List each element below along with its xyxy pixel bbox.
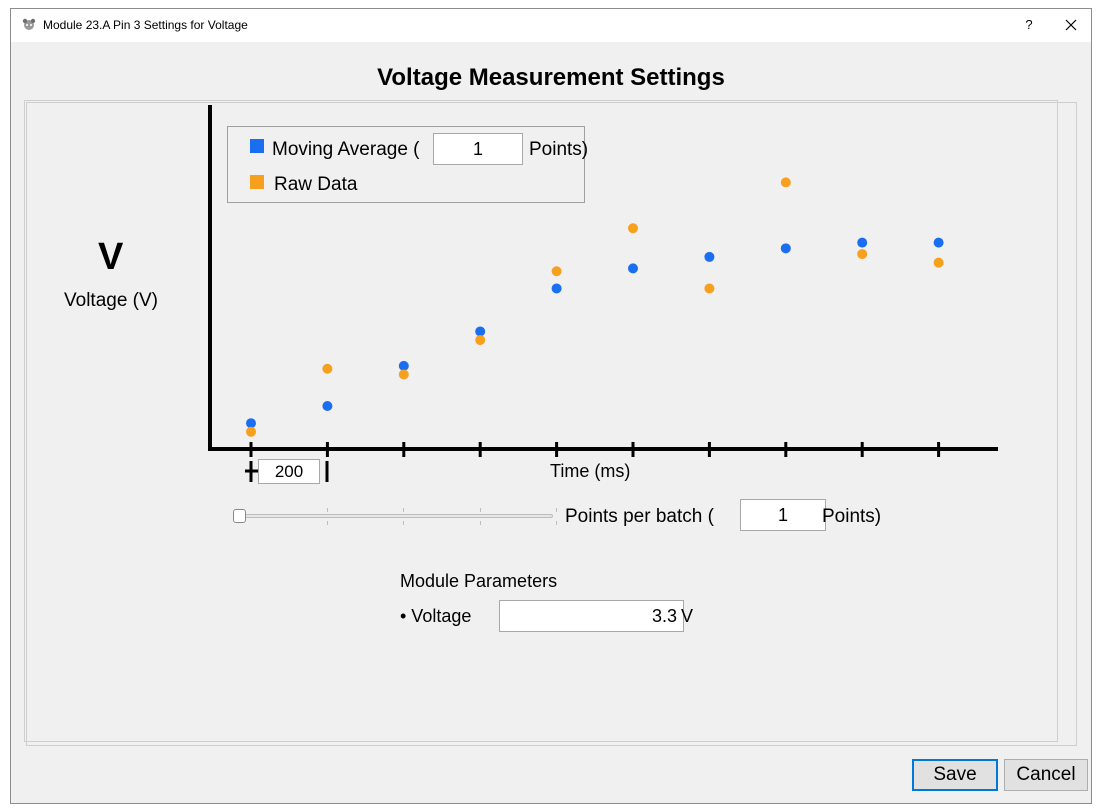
moving-average-point (246, 418, 256, 429)
moving-average-points-input[interactable] (433, 133, 523, 165)
moving-average-label: Moving Average ( (272, 139, 420, 160)
slider-tick (327, 508, 328, 512)
raw-data-point (933, 257, 944, 268)
moving-average-point (551, 283, 562, 294)
moving-average-point (628, 263, 638, 274)
moving-average-point (398, 360, 409, 371)
raw-data-label: Raw Data (274, 174, 358, 195)
moving-average-point (475, 326, 486, 337)
batch-slider-handle[interactable] (233, 509, 246, 523)
raw-data-point (322, 363, 333, 374)
moving-average-suffix: Points) (529, 139, 589, 160)
voltage-chart (208, 105, 998, 482)
voltage-param-input[interactable] (499, 600, 684, 632)
raw-data-point (780, 177, 791, 188)
slider-tick (556, 508, 557, 512)
slider-tick (480, 521, 481, 525)
raw-data-swatch-marker (250, 175, 264, 189)
points-per-batch-input[interactable] (740, 499, 826, 531)
slider-tick (327, 521, 328, 525)
moving-average-point (704, 251, 715, 262)
raw-data-point (628, 223, 638, 234)
raw-data-point (398, 369, 409, 380)
moving-average-point (322, 401, 333, 411)
raw-data-point (704, 283, 715, 294)
time-scale-input[interactable] (258, 459, 320, 484)
raw-data-point (246, 426, 256, 437)
cancel-button[interactable]: Cancel (1004, 759, 1088, 791)
module-parameters-heading: Module Parameters (400, 571, 558, 591)
moving-average-point (780, 243, 791, 254)
voltage-param-label: • Voltage (400, 606, 472, 626)
moving-average-swatch-marker (250, 139, 264, 153)
moving-average-point (933, 237, 944, 248)
raw-data-point (475, 335, 486, 346)
moving-average-point (857, 237, 868, 248)
slider-tick (403, 508, 404, 512)
points-per-batch-suffix: Points) (822, 506, 882, 527)
raw-data-point (551, 266, 562, 277)
raw-data-point (857, 249, 868, 260)
x-axis-label: Time (ms) (550, 461, 631, 481)
slider-tick (480, 508, 481, 512)
save-button[interactable]: Save (912, 759, 998, 791)
voltage-unit-label: V (681, 606, 694, 626)
slider-tick (556, 521, 557, 525)
batch-slider-track[interactable] (240, 514, 553, 518)
points-per-batch-label: Points per batch ( (565, 506, 714, 527)
slider-tick (403, 521, 404, 525)
